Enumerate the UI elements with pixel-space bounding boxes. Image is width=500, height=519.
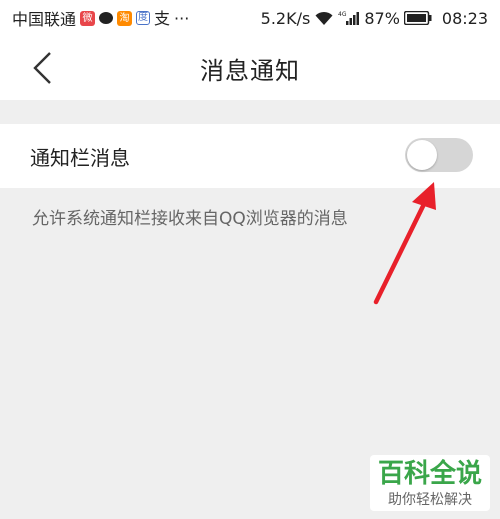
status-left: 中国联通 微 淘 度 支 ··· bbox=[12, 6, 189, 30]
header: 消息通知 bbox=[0, 36, 500, 100]
battery-percentage: 87% bbox=[364, 8, 400, 28]
watermark-main-text: 百科全说 bbox=[377, 459, 482, 489]
notification-toggle[interactable] bbox=[405, 138, 473, 172]
chat-icon bbox=[99, 12, 114, 24]
page-title: 消息通知 bbox=[200, 56, 300, 85]
network-speed: 5.2K/s bbox=[260, 8, 311, 28]
setting-label: 通知栏消息 bbox=[30, 145, 130, 170]
red-arrow-annotation bbox=[373, 182, 436, 305]
taobao-icon: 淘 bbox=[117, 10, 133, 26]
status-right: 5.2K/s 4G 87% 08:23 bbox=[261, 9, 488, 28]
more-notifications-icon: ··· bbox=[174, 8, 190, 28]
watermark-logo: 百科全说 助你轻松解决 bbox=[370, 455, 490, 511]
battery-icon bbox=[403, 11, 432, 25]
watermark-sub-text: 助你轻松解决 bbox=[388, 492, 472, 508]
network-type-label: 4G bbox=[338, 11, 347, 18]
signal-icon: 4G bbox=[338, 10, 360, 26]
status-bar: 中国联通 微 淘 度 支 ··· 5.2K/s 4G 87% 08:23 bbox=[0, 0, 500, 36]
weibo-icon: 微 bbox=[80, 10, 96, 26]
wifi-icon bbox=[314, 10, 334, 26]
setting-description: 允许系统通知栏接收来自QQ浏览器的消息 bbox=[32, 209, 348, 229]
toggle-knob bbox=[407, 140, 437, 170]
baidu-icon: 度 bbox=[136, 11, 151, 25]
clock: 08:23 bbox=[441, 8, 488, 28]
alipay-icon: 支 bbox=[154, 8, 171, 28]
carrier-name: 中国联通 bbox=[12, 10, 77, 29]
